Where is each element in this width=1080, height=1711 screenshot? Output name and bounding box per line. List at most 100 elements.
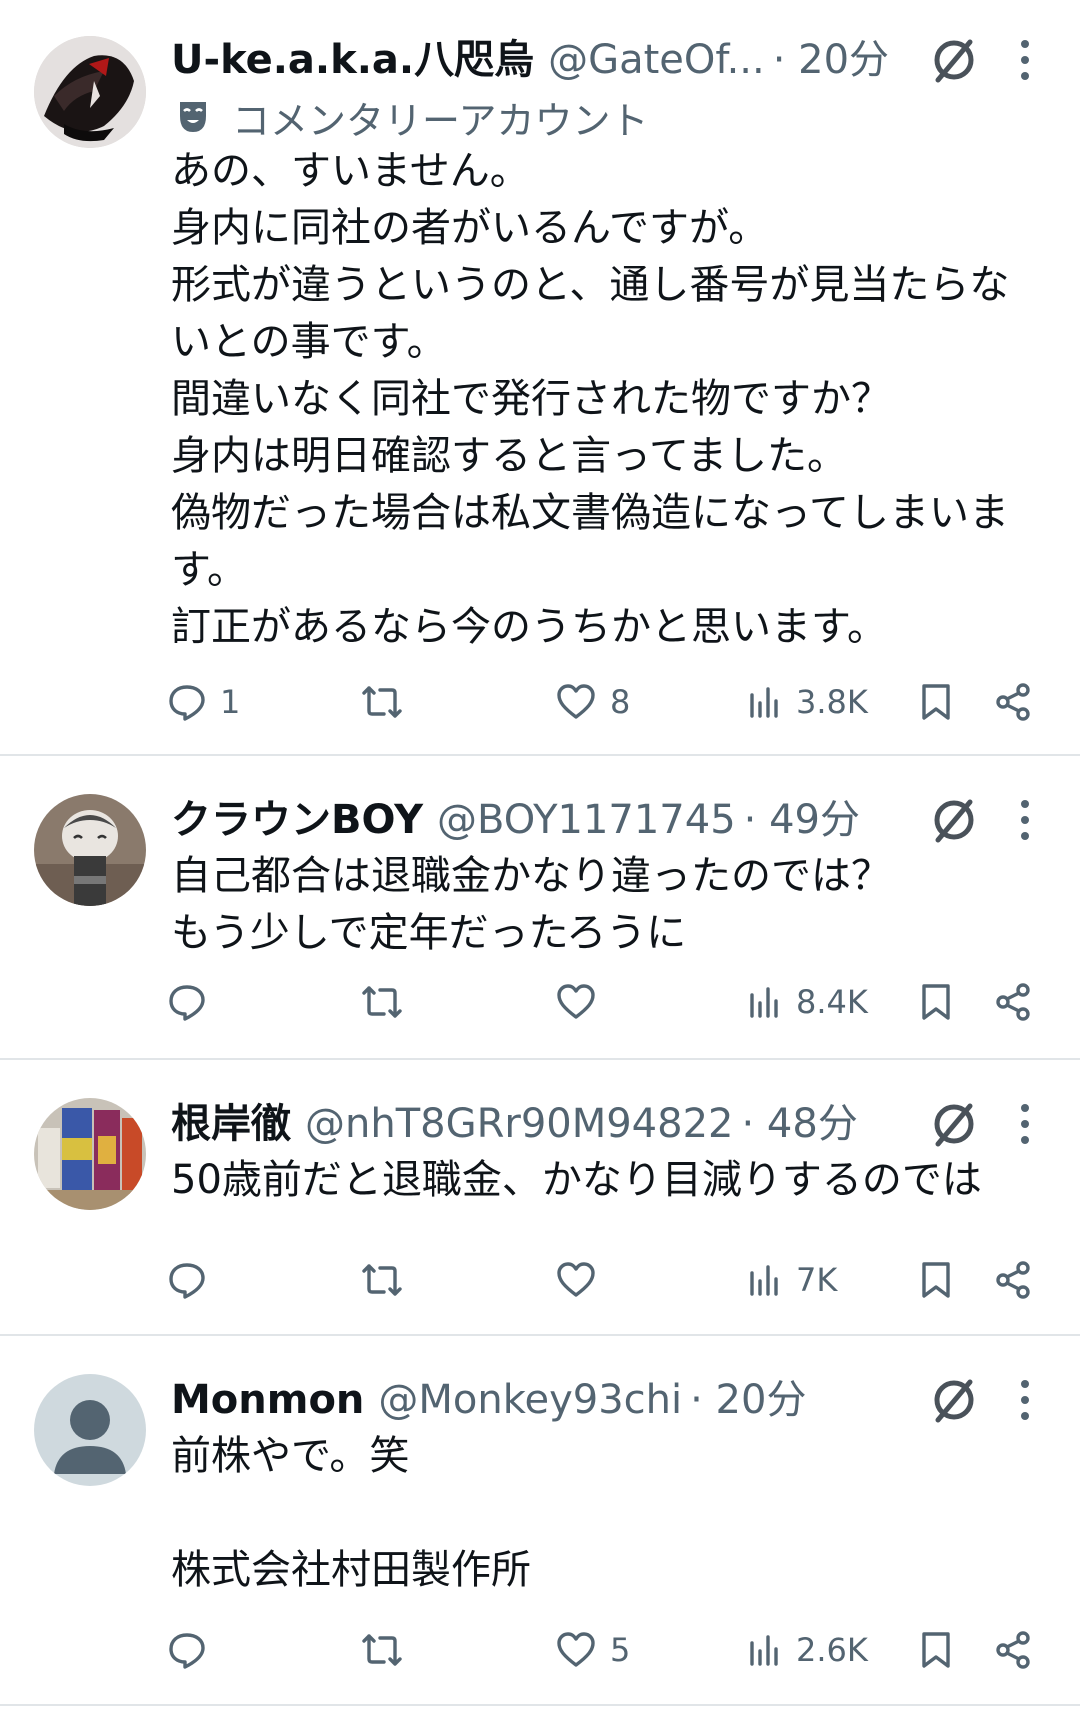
grok-icon[interactable] — [928, 794, 980, 846]
grok-icon[interactable] — [928, 1098, 980, 1150]
bookmark-icon — [922, 984, 950, 1020]
grok-icon[interactable] — [928, 1374, 980, 1426]
more-icon[interactable] — [1018, 1374, 1032, 1426]
text-line: 偽物だった場合は私文書偽造になってしまいま — [171, 490, 1009, 536]
text-line: 株式会社村田製作所 — [171, 1547, 531, 1593]
grok-icon[interactable] — [928, 34, 980, 86]
default-avatar-icon — [34, 1374, 146, 1486]
retweet-icon — [362, 986, 402, 1018]
views-icon — [750, 1265, 778, 1296]
user-handle[interactable]: @BOY1171745 — [437, 790, 736, 850]
text-line: もう少しで定年だったろうに — [171, 910, 687, 956]
avatar[interactable] — [34, 1374, 146, 1486]
retweet-button[interactable] — [360, 1620, 418, 1680]
share-icon — [996, 1631, 1030, 1669]
retweet-button[interactable] — [360, 1250, 418, 1310]
tweet-header: クラウンBOY @BOY1171745 · 49分 — [171, 790, 900, 850]
more-icon[interactable] — [1018, 1098, 1032, 1150]
views-icon — [750, 987, 778, 1018]
tweet[interactable]: Monmon @Monkey93chi · 20分 前株やで。笑 株式会社村田製… — [0, 1336, 1080, 1706]
reply-icon — [169, 1633, 205, 1669]
display-name[interactable]: U-ke.a.k.a.八咫烏 — [171, 30, 534, 90]
share-icon — [996, 983, 1030, 1021]
like-count: 5 — [610, 1631, 631, 1669]
views-count: 3.8K — [796, 683, 868, 721]
timestamp[interactable]: · 49分 — [744, 790, 860, 850]
user-handle[interactable]: @nhT8GRr90M94822 — [305, 1094, 733, 1154]
action-bar: 8.4K — [168, 972, 1050, 1032]
tweet-header: U-ke.a.k.a.八咫烏 @GateOf... · 20分 — [171, 30, 900, 90]
bookmark-icon — [922, 684, 950, 720]
views-count: 2.6K — [796, 1631, 868, 1669]
share-button[interactable] — [994, 672, 1032, 732]
bookmark-button[interactable] — [920, 972, 952, 1032]
like-icon — [557, 1262, 595, 1297]
tweet-header: 根岸徹 @nhT8GRr90M94822 · 48分 — [171, 1094, 900, 1154]
commentary-account-badge: コメンタリーアカウント — [178, 92, 649, 143]
tweet[interactable]: U-ke.a.k.a.八咫烏 @GateOf... · 20分 コメンタリーアカ… — [0, 0, 1080, 756]
bookmark-button[interactable] — [920, 1620, 952, 1680]
like-icon — [557, 984, 595, 1019]
tweet-text: 前株やで。笑 株式会社村田製作所 — [171, 1428, 1033, 1599]
user-handle[interactable]: @GateOf... — [548, 30, 765, 90]
text-line: 間違いなく同社で発行された物ですか？ — [171, 376, 891, 422]
views-count: 7K — [796, 1261, 838, 1299]
text-line: 訂正があるなら今のうちかと思います。 — [171, 604, 887, 650]
share-icon — [996, 1261, 1030, 1299]
reply-button[interactable] — [168, 1620, 220, 1680]
display-name[interactable]: Monmon — [171, 1370, 364, 1430]
bookmark-icon — [922, 1262, 950, 1298]
retweet-button[interactable] — [360, 972, 418, 1032]
reply-button[interactable]: 1 — [168, 672, 240, 732]
views-button[interactable]: 3.8K — [748, 672, 868, 732]
reply-icon — [169, 1263, 205, 1299]
display-name[interactable]: 根岸徹 — [171, 1094, 291, 1154]
share-button[interactable] — [994, 1250, 1032, 1310]
avatar[interactable] — [34, 36, 146, 148]
like-button[interactable]: 5 — [556, 1620, 630, 1680]
like-button[interactable] — [556, 972, 610, 1032]
timestamp[interactable]: · 20分 — [690, 1370, 806, 1430]
retweet-button[interactable] — [360, 672, 418, 732]
share-button[interactable] — [994, 1620, 1032, 1680]
share-button[interactable] — [994, 972, 1032, 1032]
text-line: 形式が違うというのと、通し番号が見当たらな — [171, 262, 1010, 308]
like-button[interactable] — [556, 1250, 610, 1310]
avatar[interactable] — [34, 1098, 146, 1210]
more-icon[interactable] — [1018, 34, 1032, 86]
timestamp[interactable]: · 20分 — [773, 30, 889, 90]
like-count: 8 — [610, 683, 631, 721]
bookmark-icon — [922, 1632, 950, 1668]
retweet-icon — [362, 686, 402, 718]
bookmark-button[interactable] — [920, 672, 952, 732]
action-bar: 1 8 3.8K — [168, 672, 1050, 732]
display-name[interactable]: クラウンBOY — [171, 790, 423, 850]
views-button[interactable]: 7K — [748, 1250, 837, 1310]
retweet-icon — [362, 1264, 402, 1296]
tweet[interactable]: クラウンBOY @BOY1171745 · 49分 自己都合は退職金かなり違った… — [0, 756, 1080, 1060]
share-icon — [996, 683, 1030, 721]
text-line: 前株やで。笑 — [171, 1433, 410, 1479]
like-button[interactable]: 8 — [556, 672, 630, 732]
badge-label: コメンタリーアカウント — [232, 98, 649, 143]
text-line: 身内は明日確認すると言ってました。 — [171, 433, 847, 479]
views-button[interactable]: 2.6K — [748, 1620, 868, 1680]
reply-button[interactable] — [168, 972, 220, 1032]
comedy-mask-icon — [180, 102, 206, 132]
tweet-text: 50歳前だと退職金、かなり目減りするのでは — [171, 1152, 1033, 1209]
views-button[interactable]: 8.4K — [748, 972, 868, 1032]
retweet-icon — [362, 1634, 402, 1666]
reply-button[interactable] — [168, 1250, 220, 1310]
user-handle[interactable]: @Monkey93chi — [378, 1370, 682, 1430]
bookmark-button[interactable] — [920, 1250, 952, 1310]
views-icon — [750, 687, 778, 718]
text-line: す。 — [171, 547, 247, 593]
action-bar: 7K — [168, 1250, 1050, 1310]
reply-icon — [169, 685, 205, 721]
avatar[interactable] — [34, 794, 146, 906]
text-line: 50歳前だと退職金、かなり目減りするのでは — [171, 1157, 982, 1203]
tweet[interactable]: 根岸徹 @nhT8GRr90M94822 · 48分 50歳前だと退職金、かなり… — [0, 1060, 1080, 1336]
timestamp[interactable]: · 48分 — [741, 1094, 857, 1154]
more-icon[interactable] — [1018, 794, 1032, 846]
like-icon — [557, 1632, 595, 1667]
